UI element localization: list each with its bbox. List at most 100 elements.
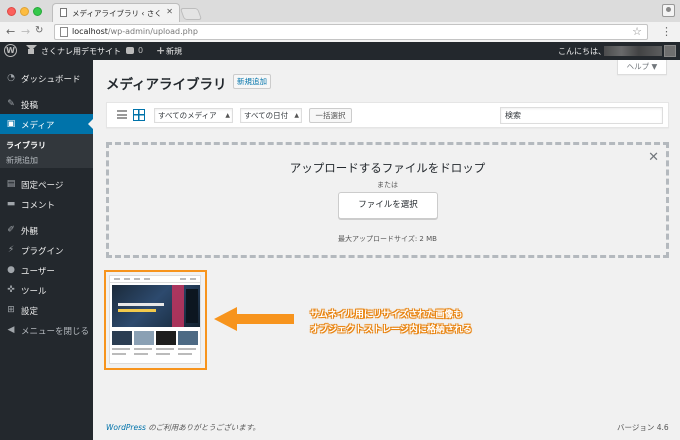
menu-label: メニューを閉じる bbox=[21, 327, 90, 337]
media-icon: ▣ bbox=[6, 119, 16, 129]
settings-icon: ⊞ bbox=[7, 305, 15, 315]
list-view-icon[interactable] bbox=[117, 110, 127, 120]
menu-label: メディア bbox=[21, 121, 55, 131]
new-content-link[interactable]: 新規 bbox=[166, 46, 182, 57]
minimize-window-button[interactable] bbox=[20, 7, 29, 16]
plugin-icon: ⚡ bbox=[7, 245, 15, 255]
date-filter[interactable]: すべての日付 ▲ bbox=[240, 108, 302, 123]
menu-item-users[interactable]: ● ユーザー bbox=[0, 260, 93, 280]
blurred-username bbox=[604, 46, 662, 56]
menu-item-pages[interactable]: ▤ 固定ページ bbox=[0, 174, 93, 194]
upload-dropzone[interactable]: ✕ アップロードするファイルをドロップ または ファイルを選択 最大アップロード… bbox=[106, 142, 669, 258]
select-arrows-icon: ▲ bbox=[294, 112, 299, 119]
footer-thanks: WordPress のご利用ありがとうございます。 bbox=[106, 422, 260, 433]
back-icon[interactable]: ← bbox=[6, 25, 15, 38]
menu-label: ツール bbox=[21, 287, 47, 297]
annotation-line-1: サムネイル用にリサイズされた画像も bbox=[310, 310, 463, 320]
media-type-filter[interactable]: すべてのメディア ▲ bbox=[154, 108, 233, 123]
footer-thanks-text: のご利用ありがとうございます。 bbox=[145, 423, 261, 432]
menu-label: 外観 bbox=[21, 227, 39, 237]
menu-item-plugins[interactable]: ⚡ プラグイン bbox=[0, 240, 93, 260]
wordpress-logo-icon[interactable]: W bbox=[4, 44, 17, 57]
menu-label: ダッシュボード bbox=[21, 75, 81, 85]
submenu-add-new[interactable]: 新規追加 bbox=[6, 155, 38, 166]
site-name-link[interactable]: さくナレ用デモサイト bbox=[41, 46, 121, 57]
select-files-button[interactable]: ファイルを選択 bbox=[338, 192, 438, 219]
page-icon: ▤ bbox=[6, 179, 16, 189]
url-host: localhost bbox=[72, 27, 108, 36]
media-submenu: ライブラリ 新規追加 bbox=[0, 134, 93, 168]
annotation-line-2: オブジェクトストレージ内に格納される bbox=[310, 325, 472, 335]
menu-label: ユーザー bbox=[21, 267, 55, 277]
howdy-text[interactable]: こんにちは、 bbox=[558, 46, 606, 57]
media-thumbnail[interactable] bbox=[109, 275, 201, 364]
avatar[interactable] bbox=[664, 45, 676, 57]
browser-menu-icon[interactable]: ⋮ bbox=[661, 25, 672, 38]
menu-item-comments[interactable]: ▬ コメント bbox=[0, 194, 93, 214]
thumbnail-header bbox=[110, 276, 200, 283]
submenu-library[interactable]: ライブラリ bbox=[6, 140, 46, 151]
browser-tab[interactable]: メディアライブラリ ‹ さくナレ用デ ✕ bbox=[52, 3, 180, 22]
menu-label: 投稿 bbox=[21, 101, 39, 111]
user-icon: ● bbox=[7, 265, 15, 275]
add-new-button[interactable]: 新規追加 bbox=[233, 74, 271, 89]
menu-item-settings[interactable]: ⊞ 設定 bbox=[0, 300, 93, 320]
url-text: localhost/wp-admin/upload.php bbox=[72, 27, 198, 36]
page-title: メディアライブラリ bbox=[106, 77, 227, 93]
profile-icon[interactable] bbox=[662, 4, 675, 17]
tab-title: メディアライブラリ ‹ さくナレ用デ bbox=[72, 9, 162, 18]
help-tab-button[interactable]: ヘルプ ▼ bbox=[617, 60, 667, 75]
url-path: /wp-admin/upload.php bbox=[107, 27, 198, 36]
reload-icon[interactable]: ↻ bbox=[35, 25, 43, 36]
close-tab-icon[interactable]: ✕ bbox=[166, 7, 173, 16]
dropzone-or: または bbox=[377, 181, 398, 189]
admin-sidebar: ◔ ダッシュボード ✎ 投稿 ▣ メディア ライブラリ 新規追加 ▤ 固定ページ… bbox=[0, 60, 93, 440]
plus-icon[interactable]: + bbox=[156, 44, 165, 57]
menu-item-media[interactable]: ▣ メディア bbox=[0, 114, 93, 134]
media-toolbar: すべてのメディア ▲ すべての日付 ▲ 一括選択 検索 bbox=[106, 102, 669, 128]
search-input[interactable]: 検索 bbox=[500, 107, 663, 124]
comment-count: 0 bbox=[138, 46, 144, 55]
media-type-value: すべてのメディア bbox=[158, 111, 217, 120]
menu-item-tools[interactable]: ✜ ツール bbox=[0, 280, 93, 300]
collapse-menu-button[interactable]: ◀ メニューを閉じる bbox=[0, 320, 93, 340]
menu-label: コメント bbox=[21, 201, 56, 211]
brush-icon: ✐ bbox=[7, 225, 15, 235]
footer-version: バージョン 4.6 bbox=[617, 423, 669, 432]
wrench-icon: ✜ bbox=[7, 285, 15, 295]
menu-item-posts[interactable]: ✎ 投稿 bbox=[0, 94, 93, 114]
annotation-arrow-icon bbox=[214, 307, 237, 331]
bookmark-star-icon[interactable]: ☆ bbox=[632, 25, 642, 38]
comment-icon[interactable] bbox=[126, 47, 134, 54]
thumbnail-hero bbox=[112, 285, 200, 327]
thumbnail-grid bbox=[112, 331, 200, 361]
document-icon bbox=[60, 8, 67, 17]
grid-view-icon[interactable] bbox=[133, 109, 145, 121]
pushpin-icon: ✎ bbox=[7, 99, 15, 109]
tab-bar: メディアライブラリ ‹ さくナレ用デ ✕ bbox=[0, 0, 680, 22]
bulk-select-button[interactable]: 一括選択 bbox=[309, 108, 352, 123]
annotation-arrow-shaft bbox=[236, 314, 294, 324]
browser-chrome: メディアライブラリ ‹ さくナレ用デ ✕ ← → ↻ localhost/wp-… bbox=[0, 0, 680, 42]
menu-label: 設定 bbox=[21, 307, 39, 317]
page-info-icon[interactable] bbox=[60, 27, 68, 37]
collapse-icon: ◀ bbox=[7, 325, 15, 335]
forward-icon[interactable]: → bbox=[21, 25, 30, 38]
menu-item-dashboard[interactable]: ◔ ダッシュボード bbox=[0, 68, 93, 88]
menu-item-appearance[interactable]: ✐ 外観 bbox=[0, 220, 93, 240]
menu-label: プラグイン bbox=[21, 247, 64, 257]
new-tab-button[interactable] bbox=[179, 8, 203, 20]
active-indicator bbox=[88, 119, 93, 129]
wordpress-link[interactable]: WordPress bbox=[106, 423, 146, 432]
admin-bar: W さくナレ用デモサイト 0 + 新規 こんにちは、 bbox=[0, 42, 680, 60]
dashboard-icon: ◔ bbox=[7, 73, 15, 83]
home-icon bbox=[26, 45, 37, 55]
browser-toolbar: ← → ↻ localhost/wp-admin/upload.php ☆ ⋮ bbox=[0, 22, 680, 42]
dropzone-title: アップロードするファイルをドロップ bbox=[289, 161, 486, 175]
close-window-button[interactable] bbox=[7, 7, 16, 16]
date-filter-value: すべての日付 bbox=[244, 111, 289, 120]
max-upload-size: 最大アップロードサイズ: 2 MB bbox=[338, 235, 437, 243]
address-bar[interactable]: localhost/wp-admin/upload.php ☆ bbox=[54, 24, 648, 40]
comment-icon: ▬ bbox=[6, 199, 16, 209]
maximize-window-button[interactable] bbox=[33, 7, 42, 16]
